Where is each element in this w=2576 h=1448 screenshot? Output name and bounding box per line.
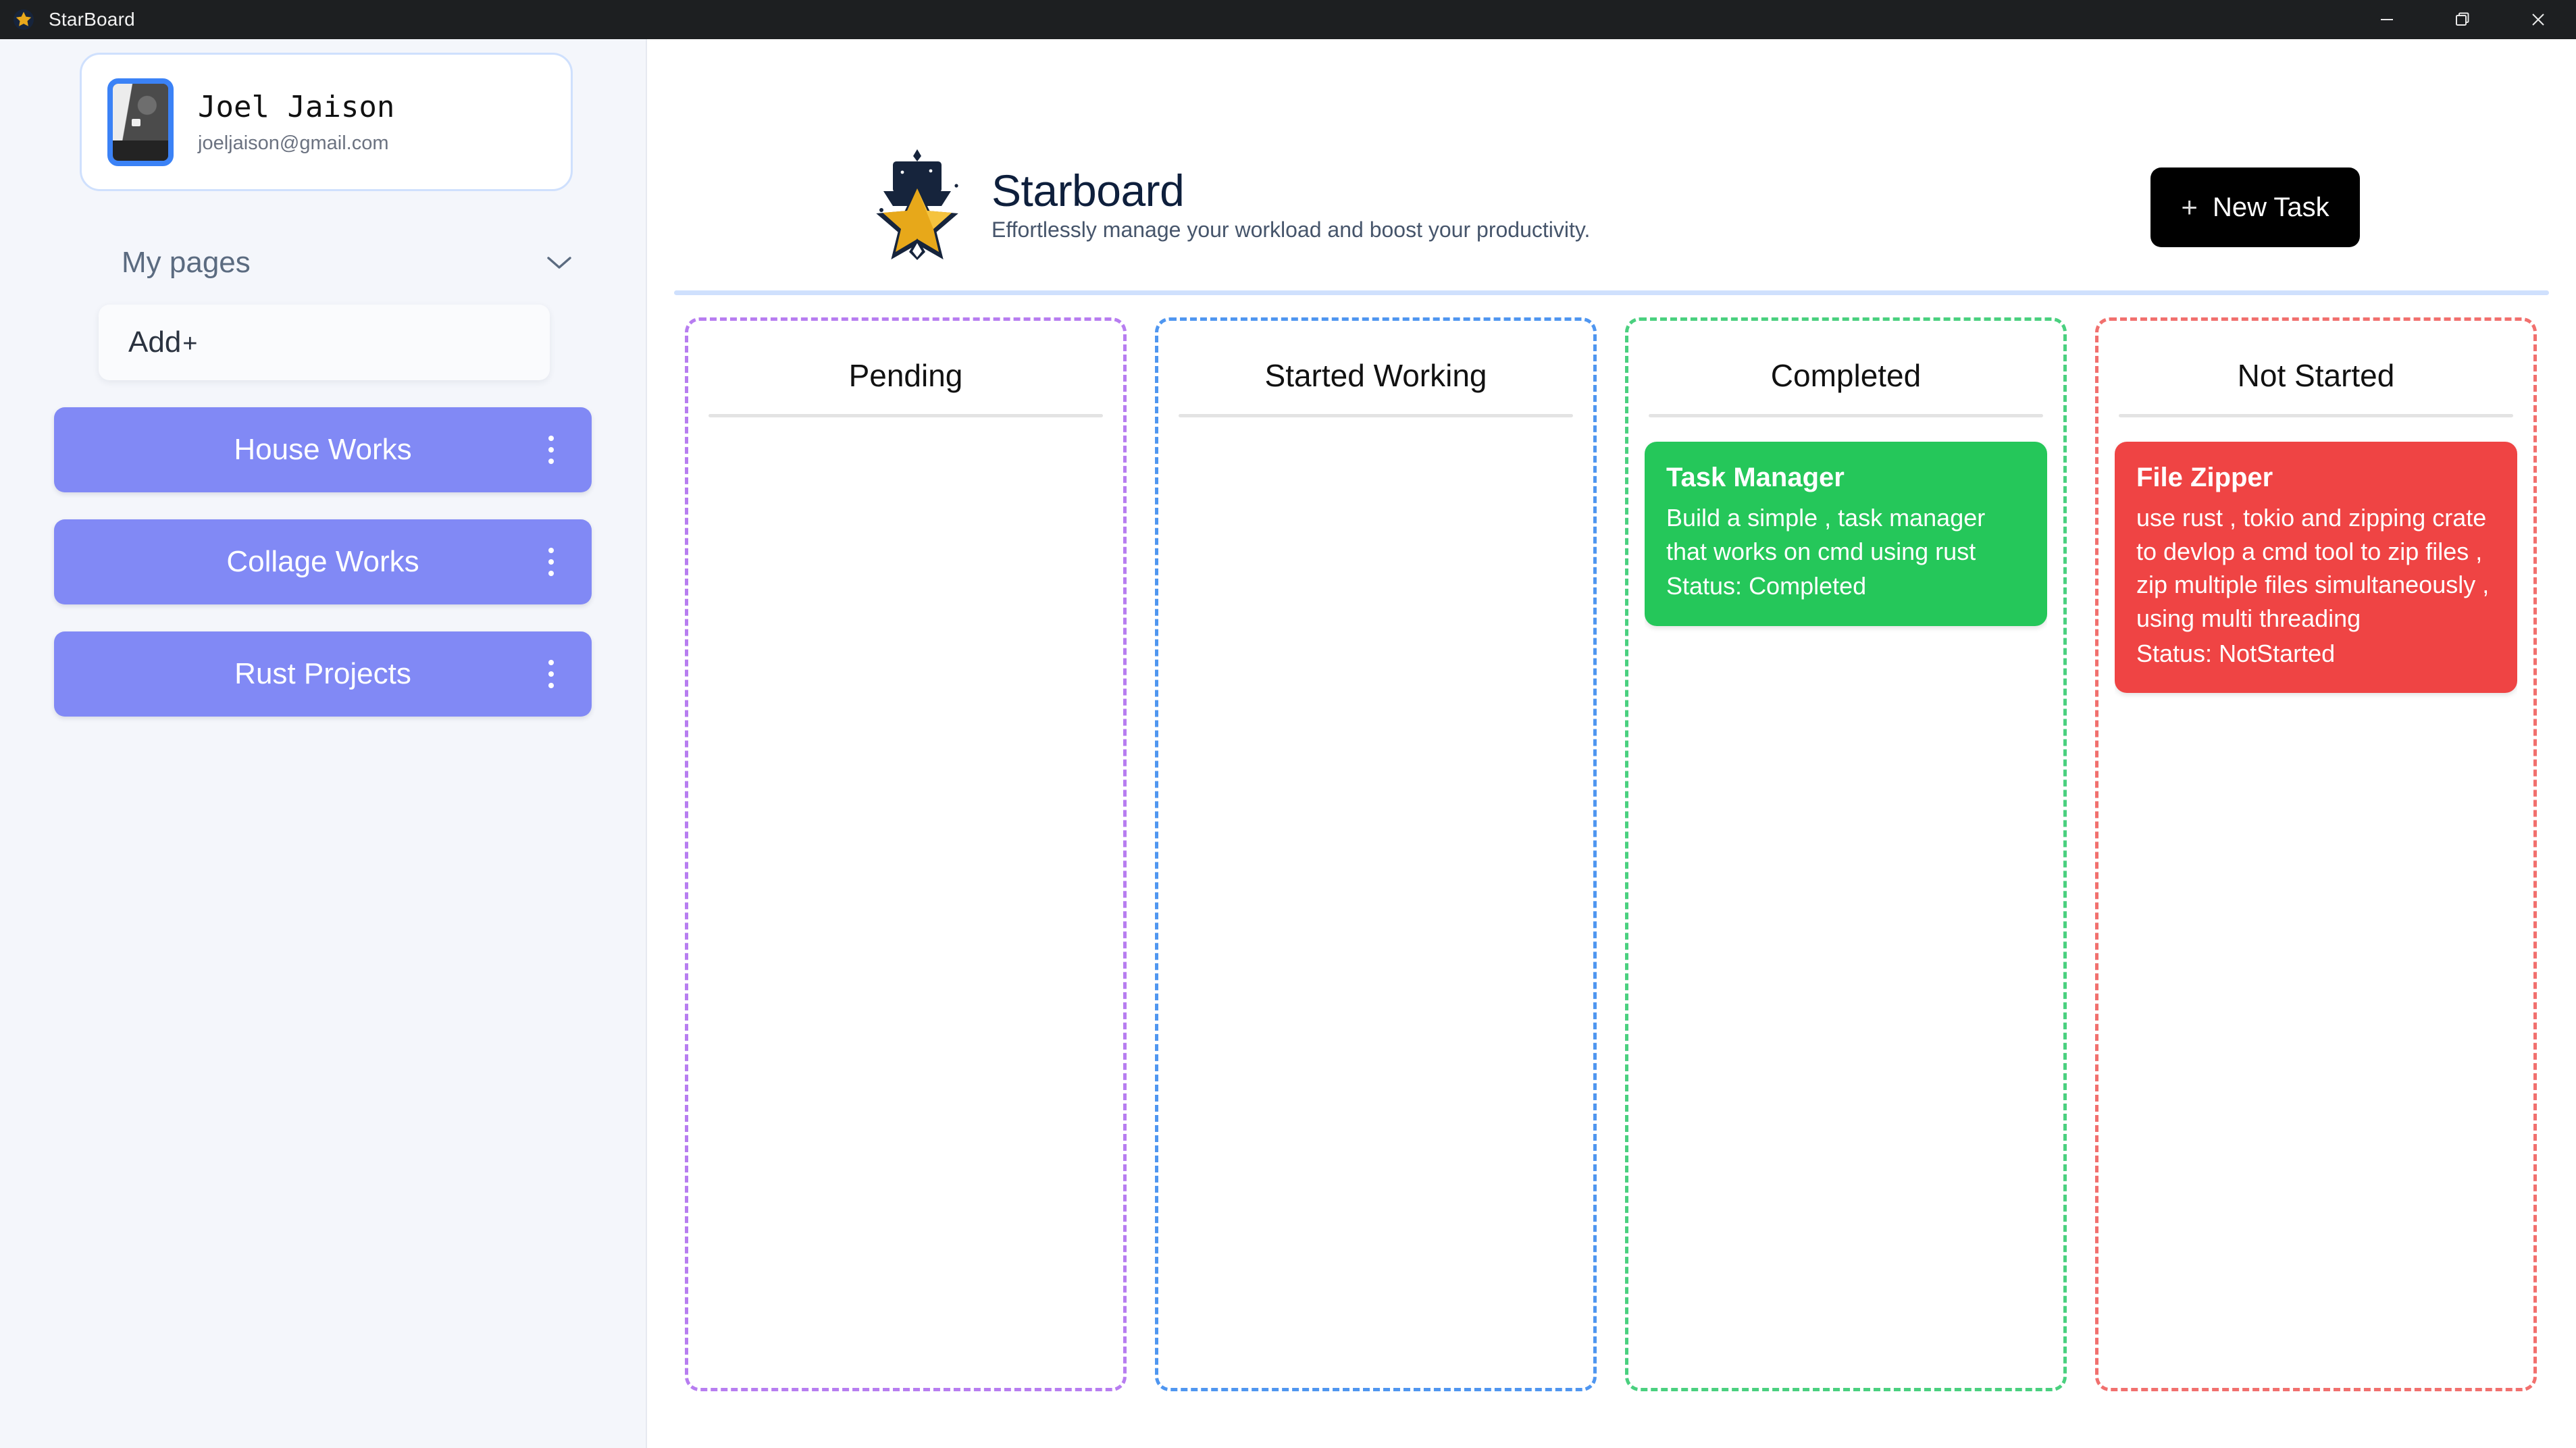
task-description: Build a simple , task manager that works…: [1666, 501, 2026, 568]
plus-icon: +: [2181, 193, 2198, 222]
kanban-board: Pending Started Working Completed Task M…: [647, 317, 2575, 1391]
task-title: File Zipper: [2136, 461, 2496, 494]
close-icon[interactable]: [2500, 0, 2576, 39]
board-column-not-started[interactable]: Not Started File Zipper use rust , tokio…: [2095, 317, 2537, 1391]
task-description: use rust , tokio and zipping crate to de…: [2136, 501, 2496, 636]
profile-text: Joel Jaison joeljaison@gmail.com: [198, 90, 394, 155]
kebab-menu-icon[interactable]: [544, 654, 558, 694]
board-column-completed[interactable]: Completed Task Manager Build a simple , …: [1625, 317, 2067, 1391]
app-header: Starboard Effortlessly manage your workl…: [647, 39, 2575, 276]
sidebar-item-collage-works[interactable]: Collage Works: [54, 519, 592, 604]
app-shell: Joel Jaison joeljaison@gmail.com My page…: [0, 39, 2576, 1448]
add-page-panel[interactable]: Add+: [99, 305, 550, 380]
task-status: Status: NotStarted: [2136, 637, 2496, 671]
column-title: Pending: [704, 333, 1107, 414]
my-pages-label: My pages: [122, 246, 251, 280]
page-label: Collage Works: [226, 545, 419, 579]
column-task-list[interactable]: File Zipper use rust , tokio and zipping…: [2115, 442, 2517, 1388]
page-label: Rust Projects: [234, 657, 411, 691]
avatar-photo-shadow: [113, 140, 168, 161]
task-card[interactable]: File Zipper use rust , tokio and zipping…: [2115, 442, 2517, 693]
window-controls: [2349, 0, 2576, 39]
column-task-list[interactable]: [704, 442, 1107, 1388]
sidebar: Joel Jaison joeljaison@gmail.com My page…: [0, 39, 647, 1448]
page-label: House Works: [234, 433, 411, 467]
column-divider: [2119, 414, 2513, 417]
profile-name: Joel Jaison: [198, 90, 394, 124]
add-page-button[interactable]: Add+: [128, 326, 198, 359]
column-divider: [1649, 414, 2043, 417]
board-column-pending[interactable]: Pending: [685, 317, 1127, 1391]
board-column-started-working[interactable]: Started Working: [1155, 317, 1597, 1391]
plus-icon: +: [182, 330, 197, 359]
minimize-icon[interactable]: [2349, 0, 2425, 39]
avatar-photo-highlight: [132, 119, 140, 126]
my-pages-toggle[interactable]: My pages: [122, 236, 574, 289]
brand: Starboard Effortlessly manage your workl…: [863, 144, 1590, 265]
page-subtitle: Effortlessly manage your workload and bo…: [991, 218, 1590, 242]
profile-card[interactable]: Joel Jaison joeljaison@gmail.com: [80, 53, 573, 191]
profile-email: joeljaison@gmail.com: [198, 132, 394, 155]
titlebar-left: StarBoard: [0, 8, 135, 31]
brand-text: Starboard Effortlessly manage your workl…: [991, 167, 1590, 242]
sidebar-item-rust-projects[interactable]: Rust Projects: [54, 631, 592, 717]
add-label-text: Add: [128, 326, 181, 359]
page-title: Starboard: [991, 167, 1590, 214]
avatar: [107, 78, 174, 166]
column-task-list[interactable]: Task Manager Build a simple , task manag…: [1645, 442, 2047, 1388]
page-list: House Works Collage Works Rust Projects: [54, 407, 592, 717]
chevron-down-icon[interactable]: [544, 254, 574, 272]
restore-icon[interactable]: [2425, 0, 2500, 39]
task-card[interactable]: Task Manager Build a simple , task manag…: [1645, 442, 2047, 626]
column-title: Completed: [1645, 333, 2047, 414]
column-task-list[interactable]: [1175, 442, 1577, 1388]
column-divider: [709, 414, 1103, 417]
sidebar-item-house-works[interactable]: House Works: [54, 407, 592, 492]
new-task-label: New Task: [2213, 192, 2329, 223]
kebab-menu-icon[interactable]: [544, 430, 558, 470]
starboard-emblem-icon: [863, 144, 971, 265]
window-titlebar: StarBoard: [0, 0, 2576, 39]
header-divider: [674, 290, 2549, 295]
window-title: StarBoard: [49, 9, 135, 30]
column-divider: [1179, 414, 1573, 417]
kebab-menu-icon[interactable]: [544, 542, 558, 582]
column-title: Not Started: [2115, 333, 2517, 414]
new-task-button[interactable]: + New Task: [2150, 167, 2360, 247]
main-content: Starboard Effortlessly manage your workl…: [647, 39, 2576, 1448]
task-status: Status: Completed: [1666, 569, 2026, 603]
star-icon: [12, 8, 35, 31]
task-title: Task Manager: [1666, 461, 2026, 494]
column-title: Started Working: [1175, 333, 1577, 414]
